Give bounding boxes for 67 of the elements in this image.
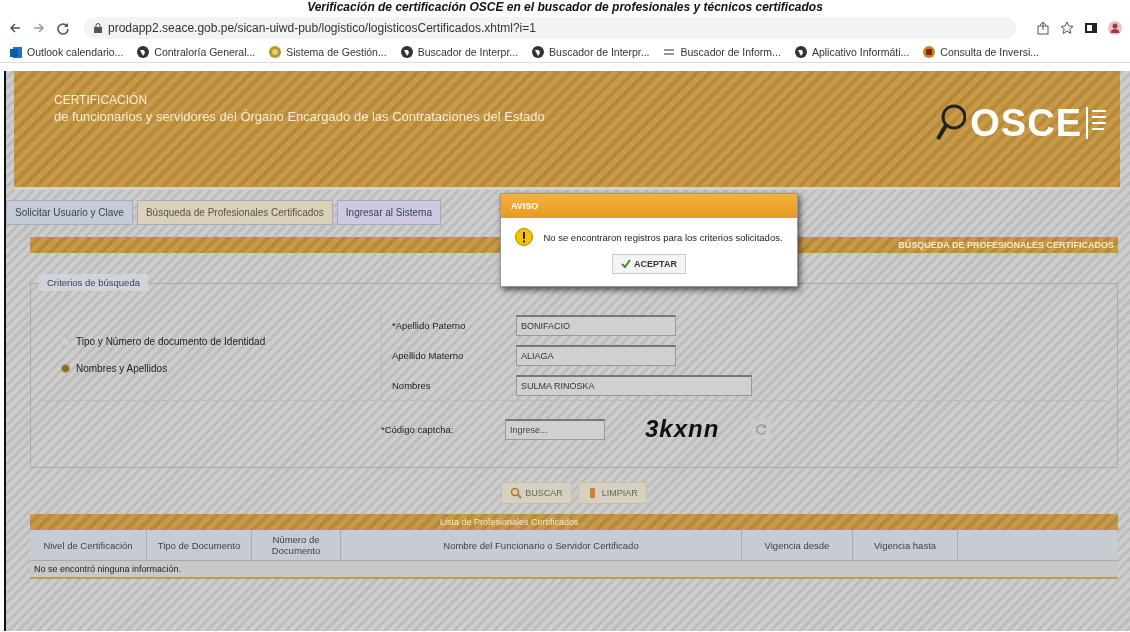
outlook-icon (10, 46, 22, 58)
field-label: Nombres (391, 379, 432, 391)
coin-icon (269, 46, 282, 58)
field-label: Apellido Materno (391, 349, 465, 361)
globe-icon (532, 46, 545, 58)
globe-icon (794, 46, 807, 58)
tab[interactable]: Ingresar al Sistema (336, 200, 441, 225)
column-header[interactable]: Nombre del Funcionario o Servidor Certificado (341, 530, 742, 560)
lines-icon (663, 46, 676, 58)
tab[interactable]: Búsqueda de Profesionales Certificados (136, 200, 333, 225)
window-icon (1084, 21, 1098, 35)
bookmark[interactable]: Buscador de Interpr... (400, 46, 519, 58)
address-field[interactable]: prodapp2.seace.gob.pe/sican-uiwd-pub/logistico/logisticosCertificados.xhtml?i=1 (84, 17, 1016, 39)
back-icon (8, 21, 22, 35)
radio-label: Tipo y Número de documento de Identidad (76, 336, 266, 347)
search-button[interactable]: BUSCAR (501, 482, 572, 504)
caption-text: Verificación de certificación OSCE en el buscador de profesionales y técnicos certificados (306, 0, 824, 14)
clear-button[interactable]: LIMPIAR (577, 482, 647, 504)
reload-icon (56, 21, 70, 35)
header-subtitle: de funcionarios y servidores del Órgano Encargado de las Contrataciones del Estado (54, 109, 545, 124)
search-icon (510, 487, 523, 499)
column-header[interactable]: Vigencia desde (742, 530, 853, 560)
logo-text: OSCE (970, 101, 1082, 145)
text-field[interactable]: SULMA RINOSKA (516, 374, 752, 396)
bookmark[interactable]: Consulta de Inversi... (923, 46, 1039, 58)
profile-icon (1108, 21, 1122, 35)
text-field[interactable]: ALIAGA (516, 344, 676, 366)
star-icon (1060, 21, 1074, 35)
bookmark[interactable]: Aplicativo Informáti... (794, 46, 910, 58)
emblem-icon (923, 46, 936, 58)
empty-message: No se encontró ninguna información. (30, 561, 1118, 579)
share-icon (1036, 21, 1050, 35)
bookmark[interactable]: Buscador de Interpr... (532, 46, 650, 58)
url-text: prodapp2.seace.gob.pe/sican-uiwd-pub/logistico/logisticosCertificados.xhtml?i=1 (108, 21, 536, 35)
forward-icon (32, 21, 46, 35)
warning-icon (515, 228, 534, 246)
magnifier-icon (936, 103, 967, 143)
text-field[interactable]: BONIFACIO (516, 314, 676, 336)
refresh-icon (755, 423, 768, 435)
captcha-field[interactable]: Ingrese... (505, 418, 605, 440)
captcha-image: 3kxnn (645, 415, 720, 443)
table-title: Lista de Profesionales Certificados (440, 517, 579, 527)
tab[interactable]: Solicitar Usuario y Clave (6, 200, 133, 225)
column-header[interactable]: Tipo de Documento (147, 530, 252, 560)
radio-button[interactable] (61, 364, 70, 373)
bookmark[interactable]: Contraloría General... (137, 46, 256, 58)
bookmark[interactable]: Sistema de Gestión... (269, 46, 387, 58)
bookmark[interactable]: Buscador de Inform... (663, 46, 781, 58)
column-header[interactable]: Número de Documento (252, 530, 341, 560)
refresh-button[interactable] (751, 419, 772, 439)
column-header[interactable]: Nivel de Certificación (30, 530, 147, 560)
bookmark[interactable]: Outlook calendario... (10, 46, 124, 58)
field-label: *Apellido Paterno (391, 319, 467, 331)
accept-button[interactable]: ACEPTAR (612, 254, 686, 274)
check-icon (621, 259, 632, 269)
radio-label: Nombres y Apellidos (76, 363, 168, 374)
globe-icon (400, 46, 413, 58)
lock-icon (94, 23, 102, 33)
dialog-message: No se encontraron registros para los criterios solicitados. (543, 231, 783, 243)
dialog-title: AVISO (501, 194, 797, 218)
panel-legend: Criterios de búsqueda (39, 274, 148, 291)
section-title: BÚSQUEDA DE PROFESIONALES CERTIFICADOS (898, 240, 1114, 250)
column-header[interactable]: Vigencia hasta (853, 530, 958, 560)
header-title: CERTIFICACIÓN (54, 93, 149, 107)
globe-icon (137, 46, 150, 58)
logo-mark-icon (1086, 105, 1108, 141)
field-label: *Código captcha: (380, 423, 455, 435)
